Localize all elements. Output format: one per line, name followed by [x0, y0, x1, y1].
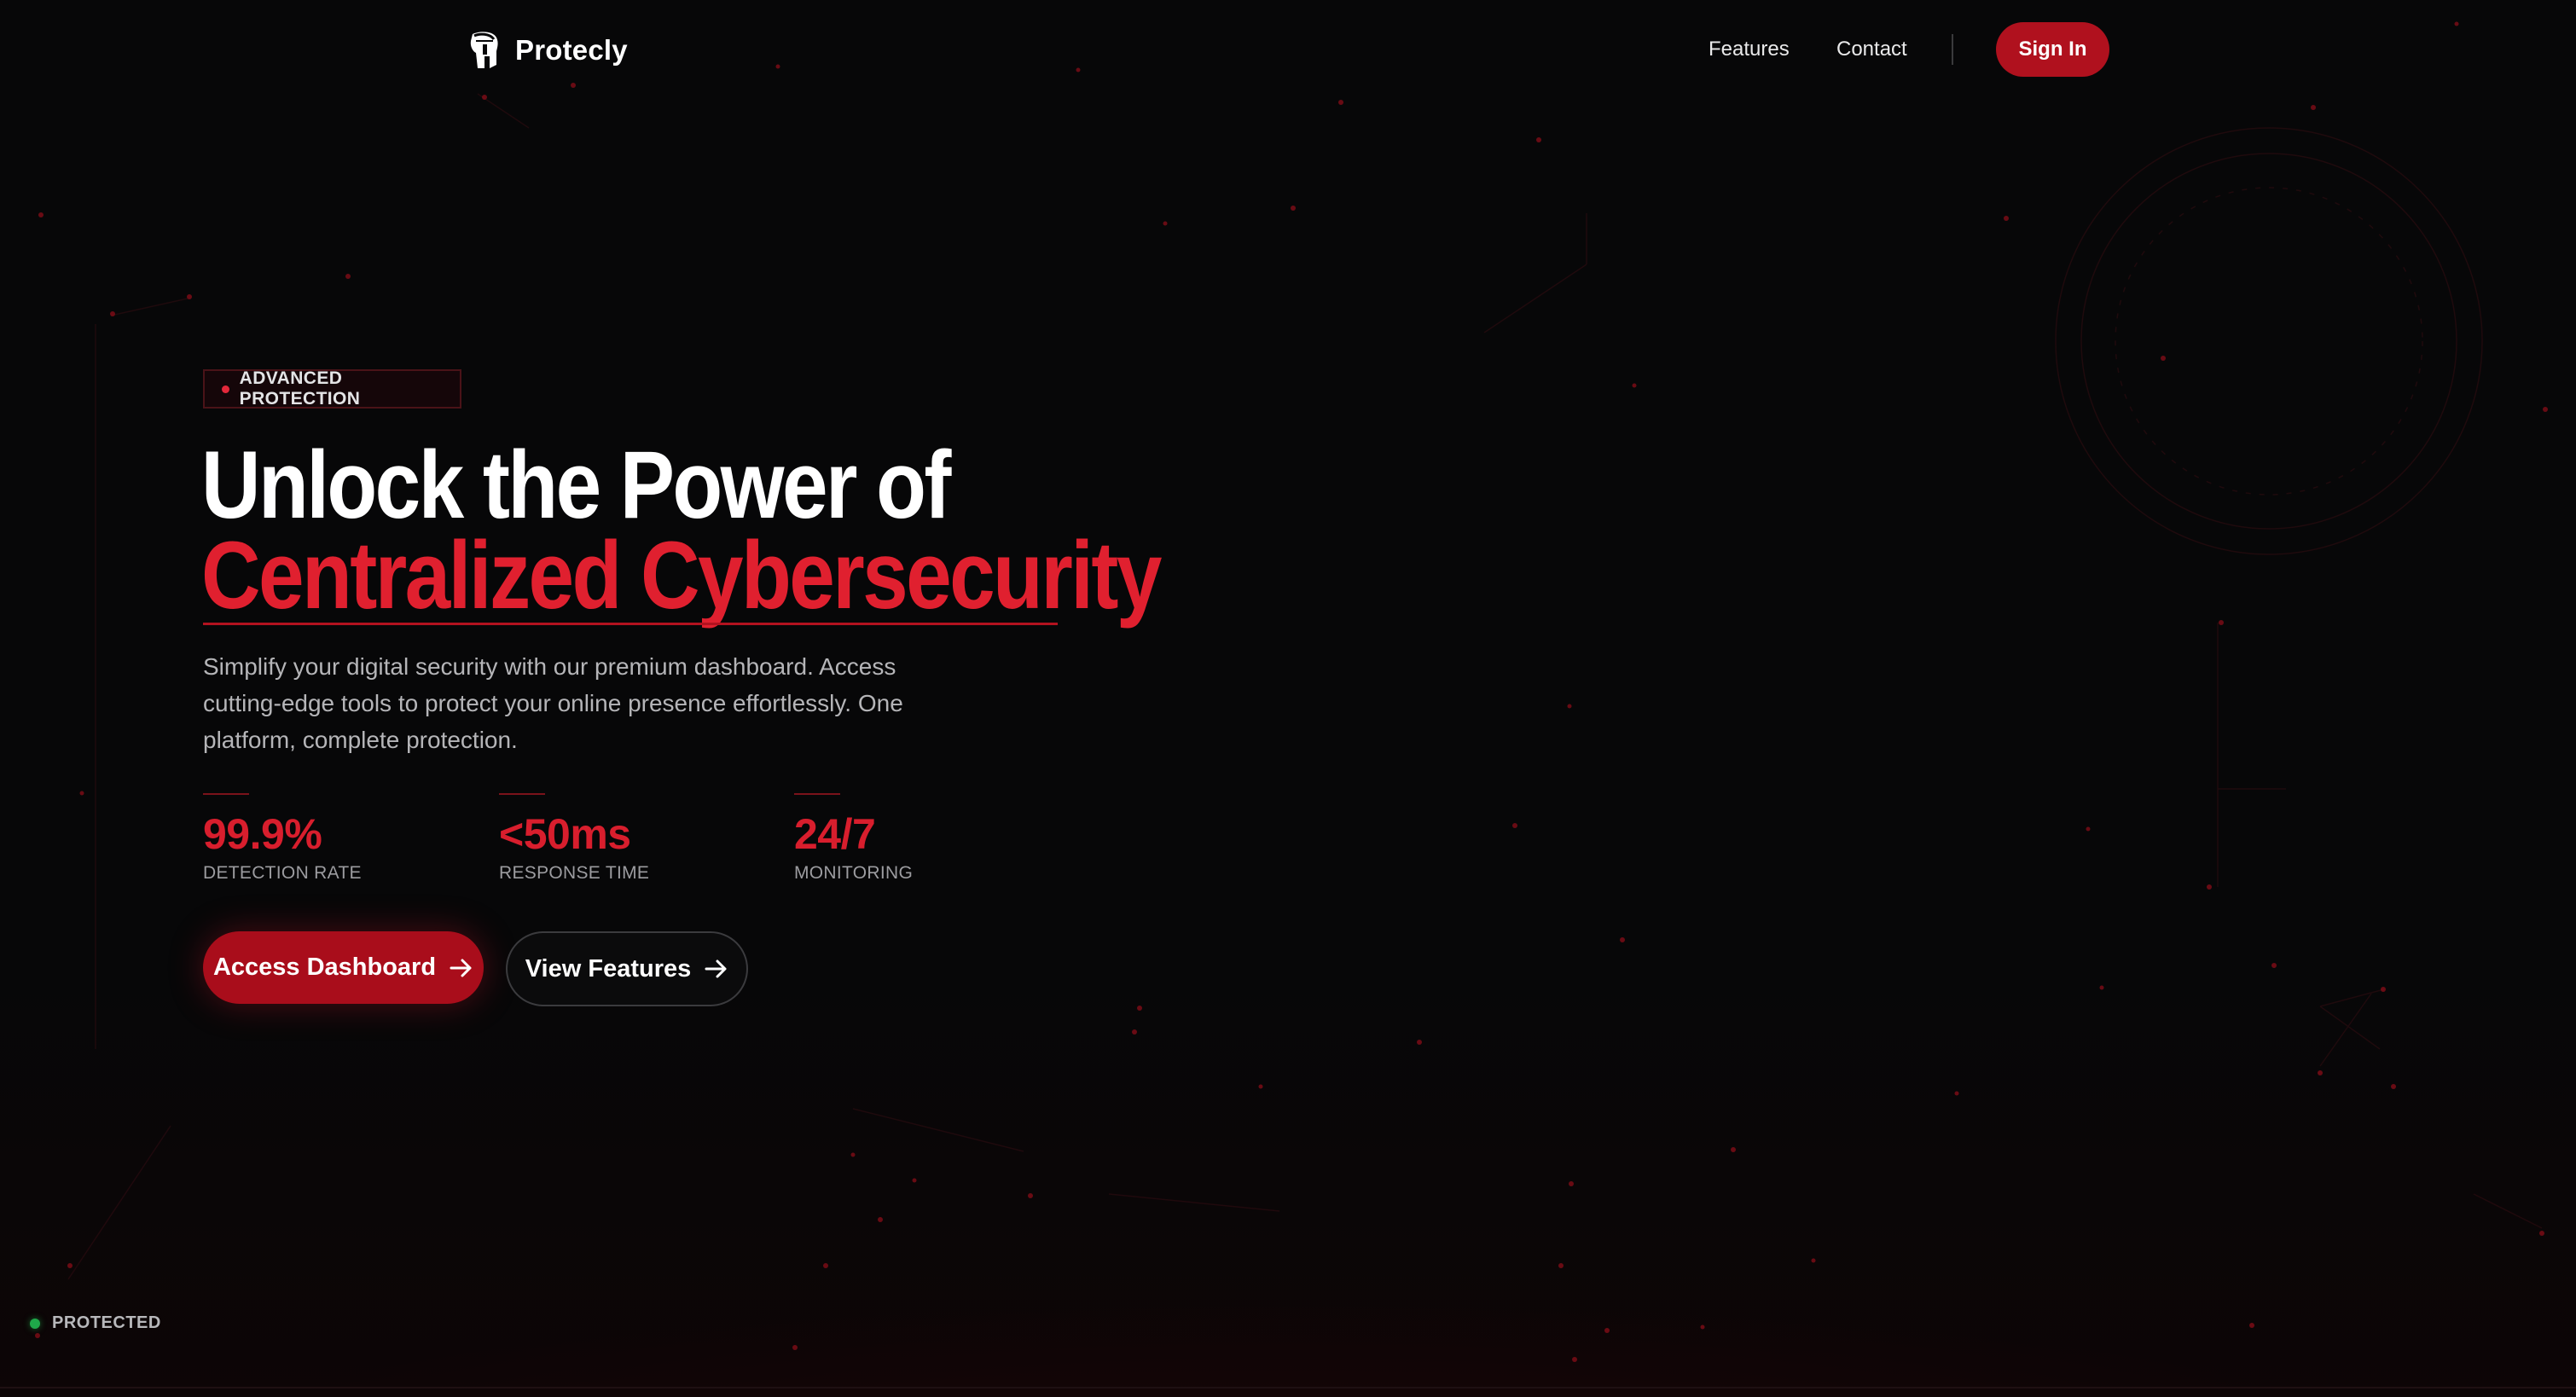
brand-logo[interactable]: Protecly: [467, 29, 628, 72]
stat-detection-rate: 99.9% DETECTION RATE: [203, 793, 459, 884]
bottom-divider: [0, 1387, 2576, 1388]
advanced-protection-badge: ADVANCED PROTECTION: [203, 368, 461, 409]
stat-value: 99.9%: [203, 810, 322, 858]
top-navbar: Protecly Features Contact Sign In: [0, 0, 2576, 99]
hero-subtitle: Simplify your digital security with our …: [203, 653, 903, 753]
badge-label: ADVANCED PROTECTION: [239, 368, 361, 409]
status-dot-icon: [30, 1318, 40, 1329]
stat-rule: [794, 793, 840, 795]
stat-rule: [499, 793, 545, 795]
view-features-button[interactable]: View Features: [506, 931, 748, 1006]
arrow-right-icon: [705, 959, 727, 978]
stat-value: <50ms: [499, 810, 631, 858]
access-dashboard-label: Access Dashboard: [212, 954, 437, 981]
headline-line-1: Unlock the Power of: [201, 432, 951, 538]
nav-link-features[interactable]: Features: [1709, 32, 1790, 67]
spartan-helmet-icon: [470, 32, 498, 68]
protection-status: PROTECTED: [30, 1313, 161, 1333]
stat-label: DETECTION RATE: [203, 863, 362, 883]
access-dashboard-button[interactable]: Access Dashboard: [203, 931, 484, 1004]
arrow-right-icon: [450, 959, 472, 977]
sign-in-button[interactable]: Sign In: [1996, 22, 2109, 77]
hero-headline: Unlock the Power of Centralized Cybersec…: [201, 432, 1310, 629]
headline-line-2: Centralized Cybersecurity: [201, 522, 1162, 629]
stat-response-time: <50ms RESPONSE TIME: [499, 793, 755, 884]
stat-monitoring: 24/7 MONITORING: [794, 793, 1050, 884]
status-label: PROTECTED: [52, 1313, 161, 1332]
view-features-label: View Features: [525, 954, 692, 983]
stat-label: RESPONSE TIME: [499, 863, 650, 883]
nav-link-contact[interactable]: Contact: [1836, 32, 1907, 67]
brand-name: Protecly: [515, 34, 628, 66]
stat-rule: [203, 793, 249, 795]
headline-underline: [203, 623, 1058, 625]
nav-divider: [1952, 34, 1953, 65]
landing-page: Protecly Features Contact Sign In ADVANC…: [0, 0, 2576, 1397]
stat-value: 24/7: [794, 810, 876, 858]
stat-label: MONITORING: [794, 863, 914, 883]
badge-dot-icon: [222, 385, 229, 393]
